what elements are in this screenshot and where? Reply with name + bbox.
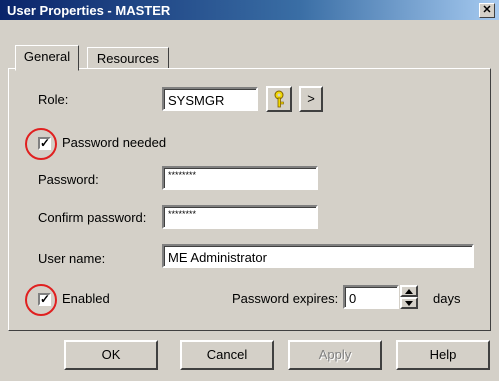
role-label: Role: — [38, 92, 69, 107]
cancel-label: Cancel — [206, 347, 248, 362]
role-value: SYSMGR — [168, 93, 225, 108]
confirm-password-value: ******** — [168, 209, 197, 219]
tab-general-label: General — [23, 49, 71, 64]
arrow-up-icon — [405, 289, 413, 294]
password-field[interactable]: ******** — [162, 166, 318, 190]
ok-label: OK — [101, 347, 121, 362]
role-picker-button[interactable] — [266, 86, 292, 112]
user-name-field[interactable]: ME Administrator — [162, 244, 474, 268]
password-expires-label: Password expires: — [232, 291, 339, 306]
cancel-button[interactable]: Cancel — [180, 340, 274, 370]
password-expires-spinner[interactable] — [400, 285, 418, 309]
tab-resources-label: Resources — [96, 51, 160, 66]
close-icon: ✕ — [482, 4, 492, 16]
password-label: Password: — [38, 172, 99, 187]
close-button[interactable]: ✕ — [479, 3, 495, 18]
password-value: ******** — [168, 170, 197, 180]
days-label: days — [433, 291, 461, 306]
password-needed-label: Password needed — [62, 135, 167, 150]
confirm-password-field[interactable]: ******** — [162, 205, 318, 229]
highlight-ring-enabled — [25, 284, 57, 316]
window-title: User Properties - MASTER — [7, 3, 171, 18]
key-icon — [274, 90, 284, 108]
confirm-password-label: Confirm password: — [38, 210, 147, 225]
ok-button[interactable]: OK — [64, 340, 158, 370]
help-label: Help — [429, 347, 457, 362]
password-expires-value: 0 — [349, 291, 357, 306]
spinner-down-button[interactable] — [400, 297, 418, 309]
help-button[interactable]: Help — [396, 340, 490, 370]
arrow-down-icon — [405, 301, 413, 306]
tab-general[interactable]: General — [15, 45, 79, 71]
title-bar: User Properties - MASTER ✕ — [0, 0, 499, 20]
user-name-value: ME Administrator — [168, 250, 267, 265]
chevron-right-icon: > — [307, 91, 315, 106]
apply-button[interactable]: Apply — [288, 340, 382, 370]
role-next-button[interactable]: > — [299, 86, 323, 112]
highlight-ring-password-needed — [25, 128, 57, 160]
apply-label: Apply — [318, 347, 352, 362]
user-name-label: User name: — [38, 251, 106, 266]
spinner-up-button[interactable] — [400, 285, 418, 297]
password-expires-field[interactable]: 0 — [343, 285, 399, 309]
enabled-label: Enabled — [62, 291, 110, 306]
role-field[interactable]: SYSMGR — [162, 87, 258, 111]
